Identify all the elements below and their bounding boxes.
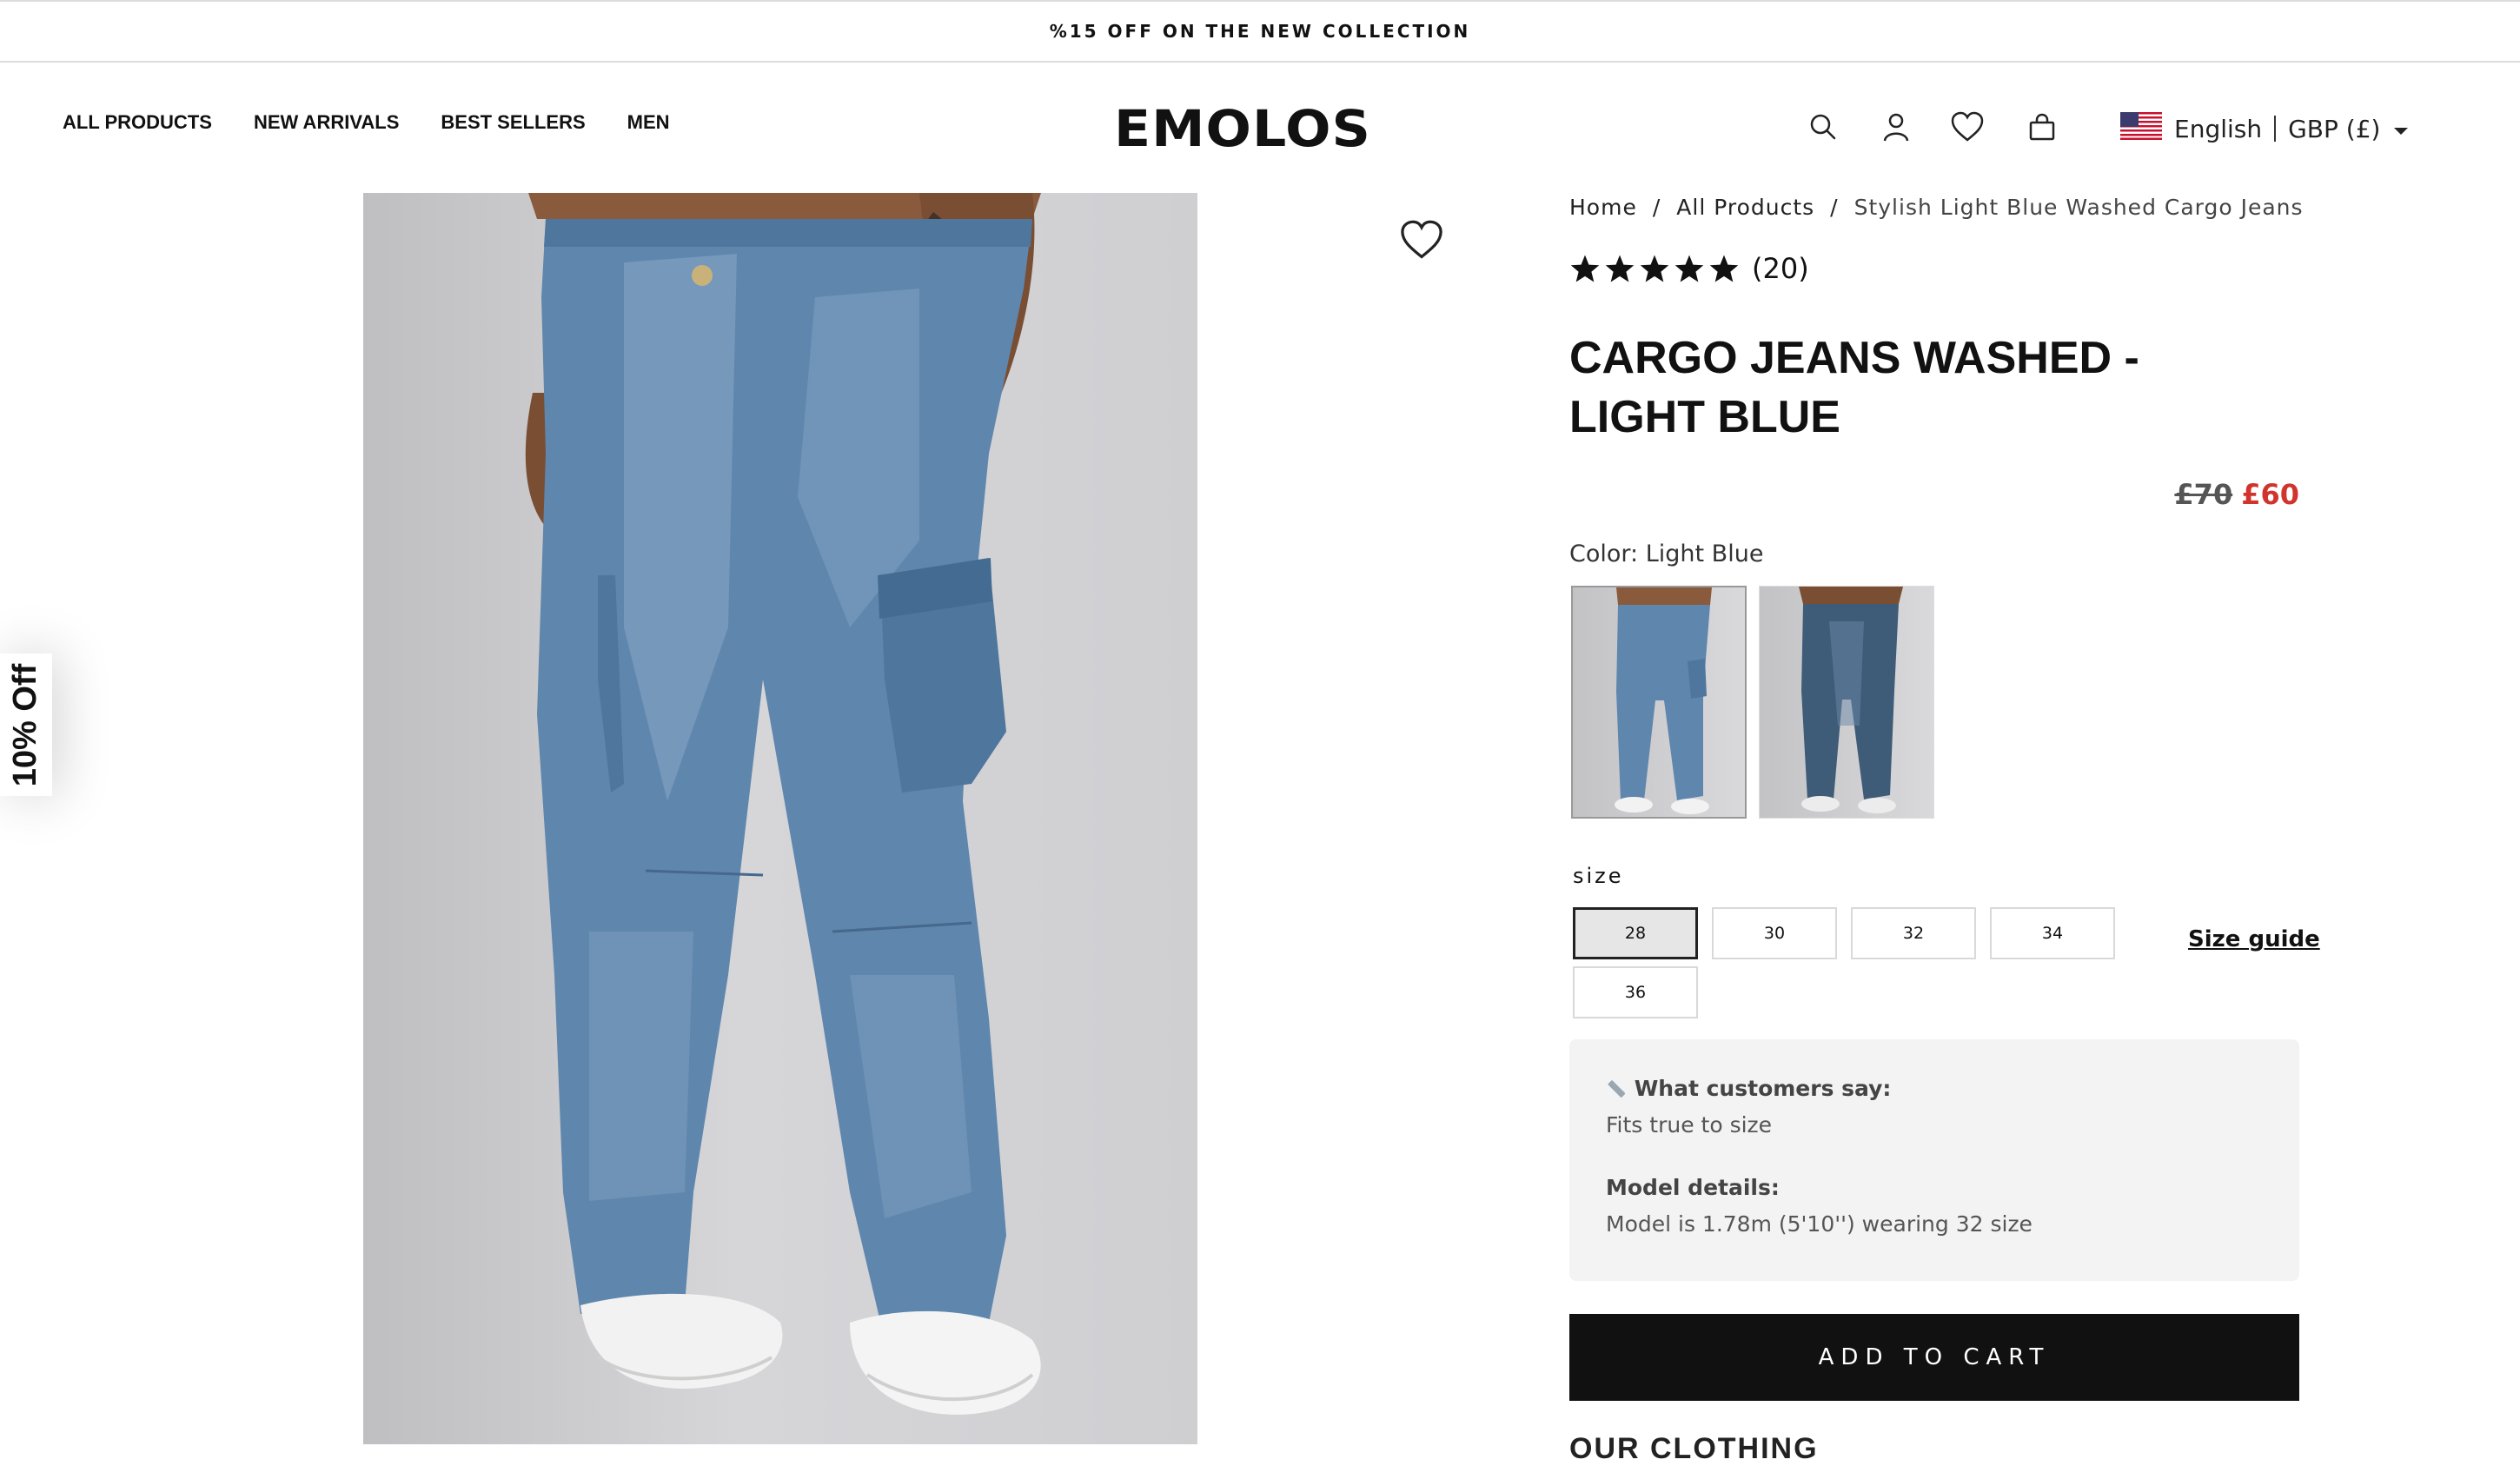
discount-side-tab[interactable]: 10% Off bbox=[0, 653, 52, 796]
breadcrumb-separator: / bbox=[1652, 195, 1661, 220]
product-rating[interactable]: (20) bbox=[1569, 252, 1809, 285]
model-text: Model is 1.78m (5'10'') wearing 32 size bbox=[1606, 1211, 2033, 1237]
nav-item-best-sellers[interactable]: BEST SELLERS bbox=[441, 111, 585, 134]
color-swatch-light-blue[interactable] bbox=[1571, 586, 1747, 819]
color-label-prefix: Color: bbox=[1569, 541, 1639, 567]
star-icon bbox=[1674, 255, 1704, 282]
price-sale: £60 bbox=[2241, 478, 2299, 511]
currency-label: GBP (£) bbox=[2288, 114, 2381, 143]
size-option-32[interactable]: 32 bbox=[1851, 907, 1976, 959]
discount-side-tab-label: 10% Off bbox=[7, 663, 44, 786]
size-guide-link[interactable]: Size guide bbox=[2188, 926, 2320, 952]
price-original: £70 bbox=[2174, 478, 2233, 511]
star-icon bbox=[1640, 255, 1669, 282]
fit-info-box: What customers say: Fits true to size Mo… bbox=[1569, 1039, 2299, 1281]
chevron-down-icon bbox=[2392, 115, 2410, 143]
announcement-bar: %15 OFF ON THE NEW COLLECTION bbox=[0, 0, 2520, 63]
star-icon bbox=[1570, 255, 1600, 282]
breadcrumb-all-products[interactable]: All Products bbox=[1676, 195, 1814, 220]
product-price: £70 £60 bbox=[2086, 478, 2299, 511]
size-option-36[interactable]: 36 bbox=[1573, 966, 1698, 1018]
breadcrumb-separator: / bbox=[1830, 195, 1839, 220]
nav-item-men[interactable]: MEN bbox=[627, 111, 670, 134]
nav-item-all-products[interactable]: ALL PRODUCTS bbox=[63, 111, 212, 134]
color-swatch-dark-blue[interactable] bbox=[1759, 586, 1934, 819]
logo-text: EMOLOS bbox=[1114, 99, 1371, 158]
add-to-cart-button[interactable]: ADD TO CART bbox=[1569, 1314, 2299, 1401]
wishlist-icon[interactable] bbox=[1950, 109, 1985, 144]
section-heading: OUR CLOTHING bbox=[1569, 1432, 1819, 1465]
color-value: Light Blue bbox=[1645, 541, 1764, 567]
size-option-28[interactable]: 28 bbox=[1573, 907, 1698, 959]
product-title: CARGO JEANS WASHED - LIGHT BLUE bbox=[1569, 333, 2139, 442]
us-flag-icon bbox=[2120, 111, 2162, 146]
breadcrumb-current: Stylish Light Blue Washed Cargo Jeans bbox=[1854, 195, 2304, 220]
breadcrumb-home[interactable]: Home bbox=[1569, 195, 1637, 220]
locale-divider bbox=[2274, 116, 2277, 142]
brand-logo[interactable]: EMOLOS bbox=[1112, 97, 1373, 158]
language-label: English bbox=[2174, 114, 2263, 143]
main-nav: ALL PRODUCTS NEW ARRIVALS BEST SELLERS M… bbox=[63, 111, 670, 134]
account-icon[interactable] bbox=[1879, 109, 1913, 144]
cart-icon[interactable] bbox=[2025, 109, 2059, 144]
nav-item-new-arrivals[interactable]: NEW ARRIVALS bbox=[254, 111, 399, 134]
announcement-text: %15 OFF ON THE NEW COLLECTION bbox=[1049, 21, 1471, 42]
star-icon bbox=[1605, 255, 1635, 282]
review-count: (20) bbox=[1752, 252, 1809, 285]
color-label: Color: Light Blue bbox=[1569, 541, 1763, 567]
ruler-icon bbox=[1606, 1076, 1635, 1101]
customers-heading-text: What customers say: bbox=[1634, 1076, 1892, 1101]
product-main-image[interactable] bbox=[363, 193, 1197, 1444]
add-to-wishlist-icon[interactable] bbox=[1399, 219, 1444, 261]
customers-heading: What customers say: bbox=[1606, 1076, 1891, 1101]
size-option-34[interactable]: 34 bbox=[1990, 907, 2115, 959]
star-icon bbox=[1709, 255, 1739, 282]
size-label: size bbox=[1573, 864, 1624, 888]
size-option-30[interactable]: 30 bbox=[1712, 907, 1837, 959]
model-heading: Model details: bbox=[1606, 1175, 1780, 1200]
locale-selector[interactable]: English GBP (£) bbox=[2120, 108, 2410, 149]
search-icon[interactable] bbox=[1806, 109, 1840, 144]
breadcrumb: Home / All Products / Stylish Light Blue… bbox=[1569, 195, 2304, 220]
customers-text: Fits true to size bbox=[1606, 1112, 1773, 1138]
